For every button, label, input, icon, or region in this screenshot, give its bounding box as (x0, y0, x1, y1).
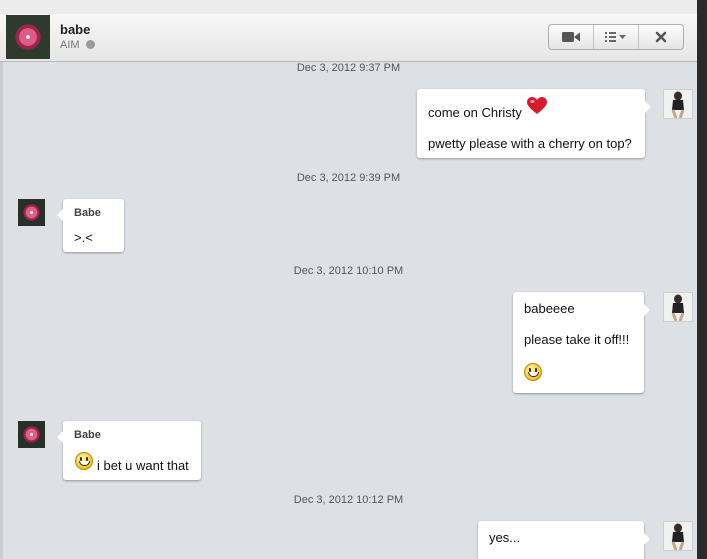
incoming-message-bubble: Babe >.< (57, 199, 124, 252)
contact-service: AIM (60, 39, 80, 51)
window-left-edge (0, 14, 3, 559)
message-timestamp: Dec 3, 2012 10:12 PM (293, 494, 404, 506)
close-icon (655, 31, 667, 43)
bubble-tail (57, 209, 63, 221)
desktop-background (697, 0, 707, 559)
bubble-tail (57, 431, 63, 443)
window-top-strip (0, 0, 697, 15)
contact-avatar[interactable] (6, 15, 50, 59)
sender-name: Babe (74, 429, 101, 441)
message-timestamp: Dec 3, 2012 9:37 PM (296, 62, 401, 74)
message-text: pwetty please with a cherry on top? (428, 136, 632, 151)
header-button-group (548, 24, 684, 50)
outgoing-message-bubble: babeeee please take it off!!! (513, 292, 650, 393)
contact-message-avatar[interactable] (18, 421, 45, 448)
message-text: >.< (74, 230, 93, 245)
outgoing-message-bubble: yes... (478, 521, 650, 559)
person-avatar-icon (664, 522, 692, 550)
message-text: yes... (489, 530, 521, 545)
message-text: i bet u want that (97, 458, 189, 473)
contact-message-avatar[interactable] (18, 199, 45, 226)
my-avatar[interactable] (663, 89, 693, 119)
video-camera-icon (562, 32, 580, 42)
message-text: babeeee (524, 301, 575, 316)
message-text: come on Christy (428, 105, 522, 120)
message-timestamp: Dec 3, 2012 10:10 PM (293, 265, 404, 277)
video-call-button[interactable] (549, 25, 593, 49)
status-indicator-icon (86, 40, 95, 49)
message-timestamp: Dec 3, 2012 9:39 PM (296, 172, 401, 184)
person-avatar-icon (664, 90, 692, 118)
options-menu-button[interactable] (593, 25, 638, 49)
list-menu-icon (605, 32, 626, 42)
person-avatar-icon (664, 293, 692, 321)
chat-window: babe AIM Dec 3, 2012 9:37 PM come on Chr… (0, 0, 697, 559)
smiley-icon (524, 363, 542, 381)
heart-icon (527, 97, 547, 114)
close-chat-button[interactable] (638, 25, 683, 49)
my-avatar[interactable] (663, 521, 693, 551)
sender-name: Babe (74, 207, 101, 219)
incoming-message-bubble: Babe i bet u want that (57, 421, 201, 480)
smiley-icon (75, 452, 93, 470)
bubble-tail (645, 101, 651, 113)
message-text: please take it off!!! (524, 332, 630, 347)
my-avatar[interactable] (663, 292, 693, 322)
outgoing-message-bubble: come on Christy pwetty please with a che… (417, 89, 651, 158)
contact-name: babe (60, 22, 91, 37)
bubble-tail (644, 533, 650, 545)
chat-header: babe AIM (0, 14, 697, 62)
bubble-tail (644, 304, 650, 316)
